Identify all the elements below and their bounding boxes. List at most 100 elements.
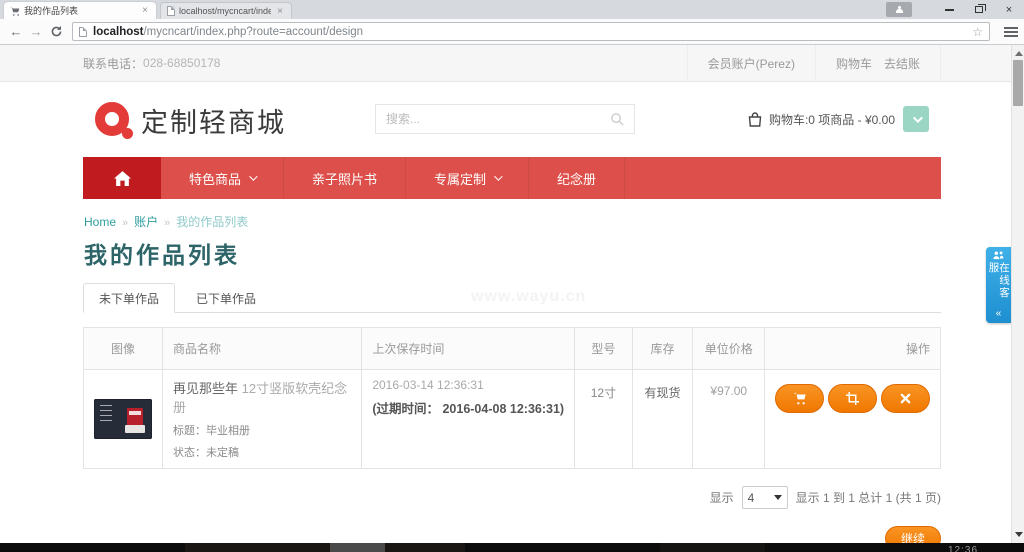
cart-favicon-icon: [10, 6, 20, 16]
model-cell: 12寸: [575, 370, 632, 469]
taskbar[interactable]: 12:36: [0, 543, 1024, 552]
site-logo[interactable]: 定制轻商城: [95, 98, 286, 142]
site-header: 定制轻商城 购物车:0 项商品 - ¥0.00: [83, 82, 941, 157]
scroll-down-icon[interactable]: [1015, 532, 1023, 537]
works-table: 图像 商品名称 上次保存时间 型号 库存 单位价格 操作 再见那些年 12寸竖版…: [83, 327, 941, 469]
col-name: 商品名称: [163, 328, 362, 370]
taskbar-segment: [660, 543, 765, 552]
taskbar-clock: 12:36: [948, 545, 978, 552]
address-bar[interactable]: localhost/mycncart/index.php?route=accou…: [72, 22, 990, 41]
person-icon: [896, 6, 903, 13]
phone-label: 联系电话：: [83, 55, 143, 72]
product-title-line: 标题：毕业相册: [173, 422, 351, 438]
chevron-down-icon: [494, 172, 502, 180]
reload-button[interactable]: [46, 25, 66, 38]
tab-unordered[interactable]: 未下单作品: [83, 283, 175, 313]
table-row: 再见那些年 12寸竖版软壳纪念册 标题：毕业相册 状态：未定稿 2016-03-…: [84, 370, 941, 469]
product-image-cell: [84, 370, 163, 469]
nav-item-album[interactable]: 纪念册: [529, 157, 625, 199]
work-tabs: 未下单作品 已下单作品 www.wayu.cn: [83, 284, 941, 313]
home-icon: [114, 171, 131, 186]
col-image: 图像: [84, 328, 163, 370]
crop-icon: [846, 392, 859, 405]
pagination-summary: 显示 1 到 1 总计 1 (共 1 页): [796, 489, 941, 506]
col-stock: 库存: [632, 328, 693, 370]
people-icon: [992, 251, 1005, 260]
product-thumbnail[interactable]: [94, 399, 152, 439]
page-icon: [79, 27, 87, 37]
breadcrumb-account[interactable]: 账户: [134, 215, 158, 229]
search-button[interactable]: [600, 112, 634, 127]
tab-title: 我的作品列表: [24, 4, 136, 17]
per-page-select[interactable]: 4: [742, 486, 788, 509]
nav-item-photobook[interactable]: 亲子照片书: [284, 157, 406, 199]
saved-time-cell: 2016-03-14 12:36:31 (过期时间： 2016-04-08 12…: [362, 370, 575, 469]
reload-icon: [50, 25, 63, 38]
breadcrumb: Home»账户»我的作品列表: [84, 213, 941, 230]
service-label: 在线客服: [988, 262, 1009, 306]
stock-cell: 有现货: [632, 370, 693, 469]
browser-tab-active[interactable]: 我的作品列表 ×: [4, 2, 156, 19]
cart-icon: [793, 392, 807, 405]
col-model: 型号: [575, 328, 632, 370]
tab-ordered[interactable]: 已下单作品: [181, 283, 271, 313]
cart-dropdown-button[interactable]: [903, 106, 929, 132]
site-infobar: 联系电话： 028-68850178 会员账户(Perez) 购物车 去结账: [0, 45, 1024, 82]
page-title: 我的作品列表: [84, 236, 941, 270]
screen: 我的作品列表 × localhost/mycncart/inde × × ← →: [0, 0, 1024, 552]
bookmark-star-icon[interactable]: ☆: [972, 25, 983, 39]
tab-strip: 我的作品列表 × localhost/mycncart/inde × ×: [0, 0, 1024, 19]
restore-button[interactable]: [964, 1, 994, 18]
product-name-link[interactable]: 再见那些年: [173, 381, 238, 396]
page-content: Home»账户»我的作品列表 我的作品列表 未下单作品 已下单作品 www.wa…: [83, 199, 941, 551]
scrollbar-thumb[interactable]: [1013, 60, 1023, 106]
watermark-text: www.wayu.cn: [471, 288, 586, 306]
taskbar-segment: [185, 543, 465, 552]
saved-time: 2016-03-14 12:36:31: [372, 378, 564, 392]
actions-cell: [765, 370, 941, 469]
minimize-button[interactable]: [934, 1, 964, 18]
cart-summary-text: 购物车:0 项商品 - ¥0.00: [769, 111, 895, 128]
tab-close-icon[interactable]: ×: [275, 6, 285, 17]
forward-icon[interactable]: →: [26, 24, 46, 39]
phone-number: 028-68850178: [143, 56, 220, 70]
product-name-cell: 再见那些年 12寸竖版软壳纪念册 标题：毕业相册 状态：未定稿: [163, 370, 362, 469]
breadcrumb-home[interactable]: Home: [84, 215, 116, 229]
browser-chrome: 我的作品列表 × localhost/mycncart/inde × × ← →: [0, 0, 1024, 45]
nav-item-custom[interactable]: 专属定制: [406, 157, 529, 199]
close-button[interactable]: ×: [994, 1, 1024, 18]
show-label: 显示: [710, 489, 734, 506]
edit-design-button[interactable]: [828, 384, 877, 413]
logo-text: 定制轻商城: [141, 101, 286, 140]
url-text: localhost/mycncart/index.php?route=accou…: [93, 26, 363, 38]
browser-menu-icon[interactable]: [1004, 27, 1018, 37]
taskbar-segment: [330, 543, 385, 552]
browser-tab-inactive[interactable]: localhost/mycncart/inde ×: [160, 2, 292, 19]
scrollbar[interactable]: [1011, 45, 1024, 543]
scroll-up-icon[interactable]: [1015, 51, 1023, 56]
tab-close-icon[interactable]: ×: [140, 5, 150, 16]
online-service-badge[interactable]: 在线客服 «: [986, 247, 1011, 323]
chevron-down-icon: [249, 172, 257, 180]
window-controls: ×: [886, 0, 1024, 19]
minimize-icon: [945, 9, 954, 11]
search-icon: [610, 112, 625, 127]
cart-summary[interactable]: 购物车:0 项商品 - ¥0.00: [747, 104, 929, 134]
account-link[interactable]: 会员账户(Perez): [687, 45, 815, 81]
nav-item-featured[interactable]: 特色商品: [161, 157, 284, 199]
shopping-bag-icon: [747, 111, 763, 128]
profile-button[interactable]: [886, 2, 912, 17]
expire-time: (过期时间： 2016-04-08 12:36:31): [372, 398, 564, 417]
cart-link[interactable]: 购物车: [836, 55, 872, 72]
search-input[interactable]: [376, 112, 600, 126]
delete-button[interactable]: [881, 384, 930, 413]
main-nav: 特色商品 亲子照片书 专属定制 纪念册: [83, 157, 941, 199]
chevron-down-icon: [912, 113, 922, 123]
browser-toolbar: ← → localhost/mycncart/index.php?route=a…: [0, 19, 1024, 45]
add-to-cart-button[interactable]: [775, 384, 824, 413]
nav-home-button[interactable]: [83, 157, 161, 199]
cart-checkout-links: 购物车 去结账: [815, 45, 941, 81]
checkout-link[interactable]: 去结账: [884, 55, 920, 72]
col-price: 单位价格: [693, 328, 765, 370]
back-icon[interactable]: ←: [6, 24, 26, 39]
